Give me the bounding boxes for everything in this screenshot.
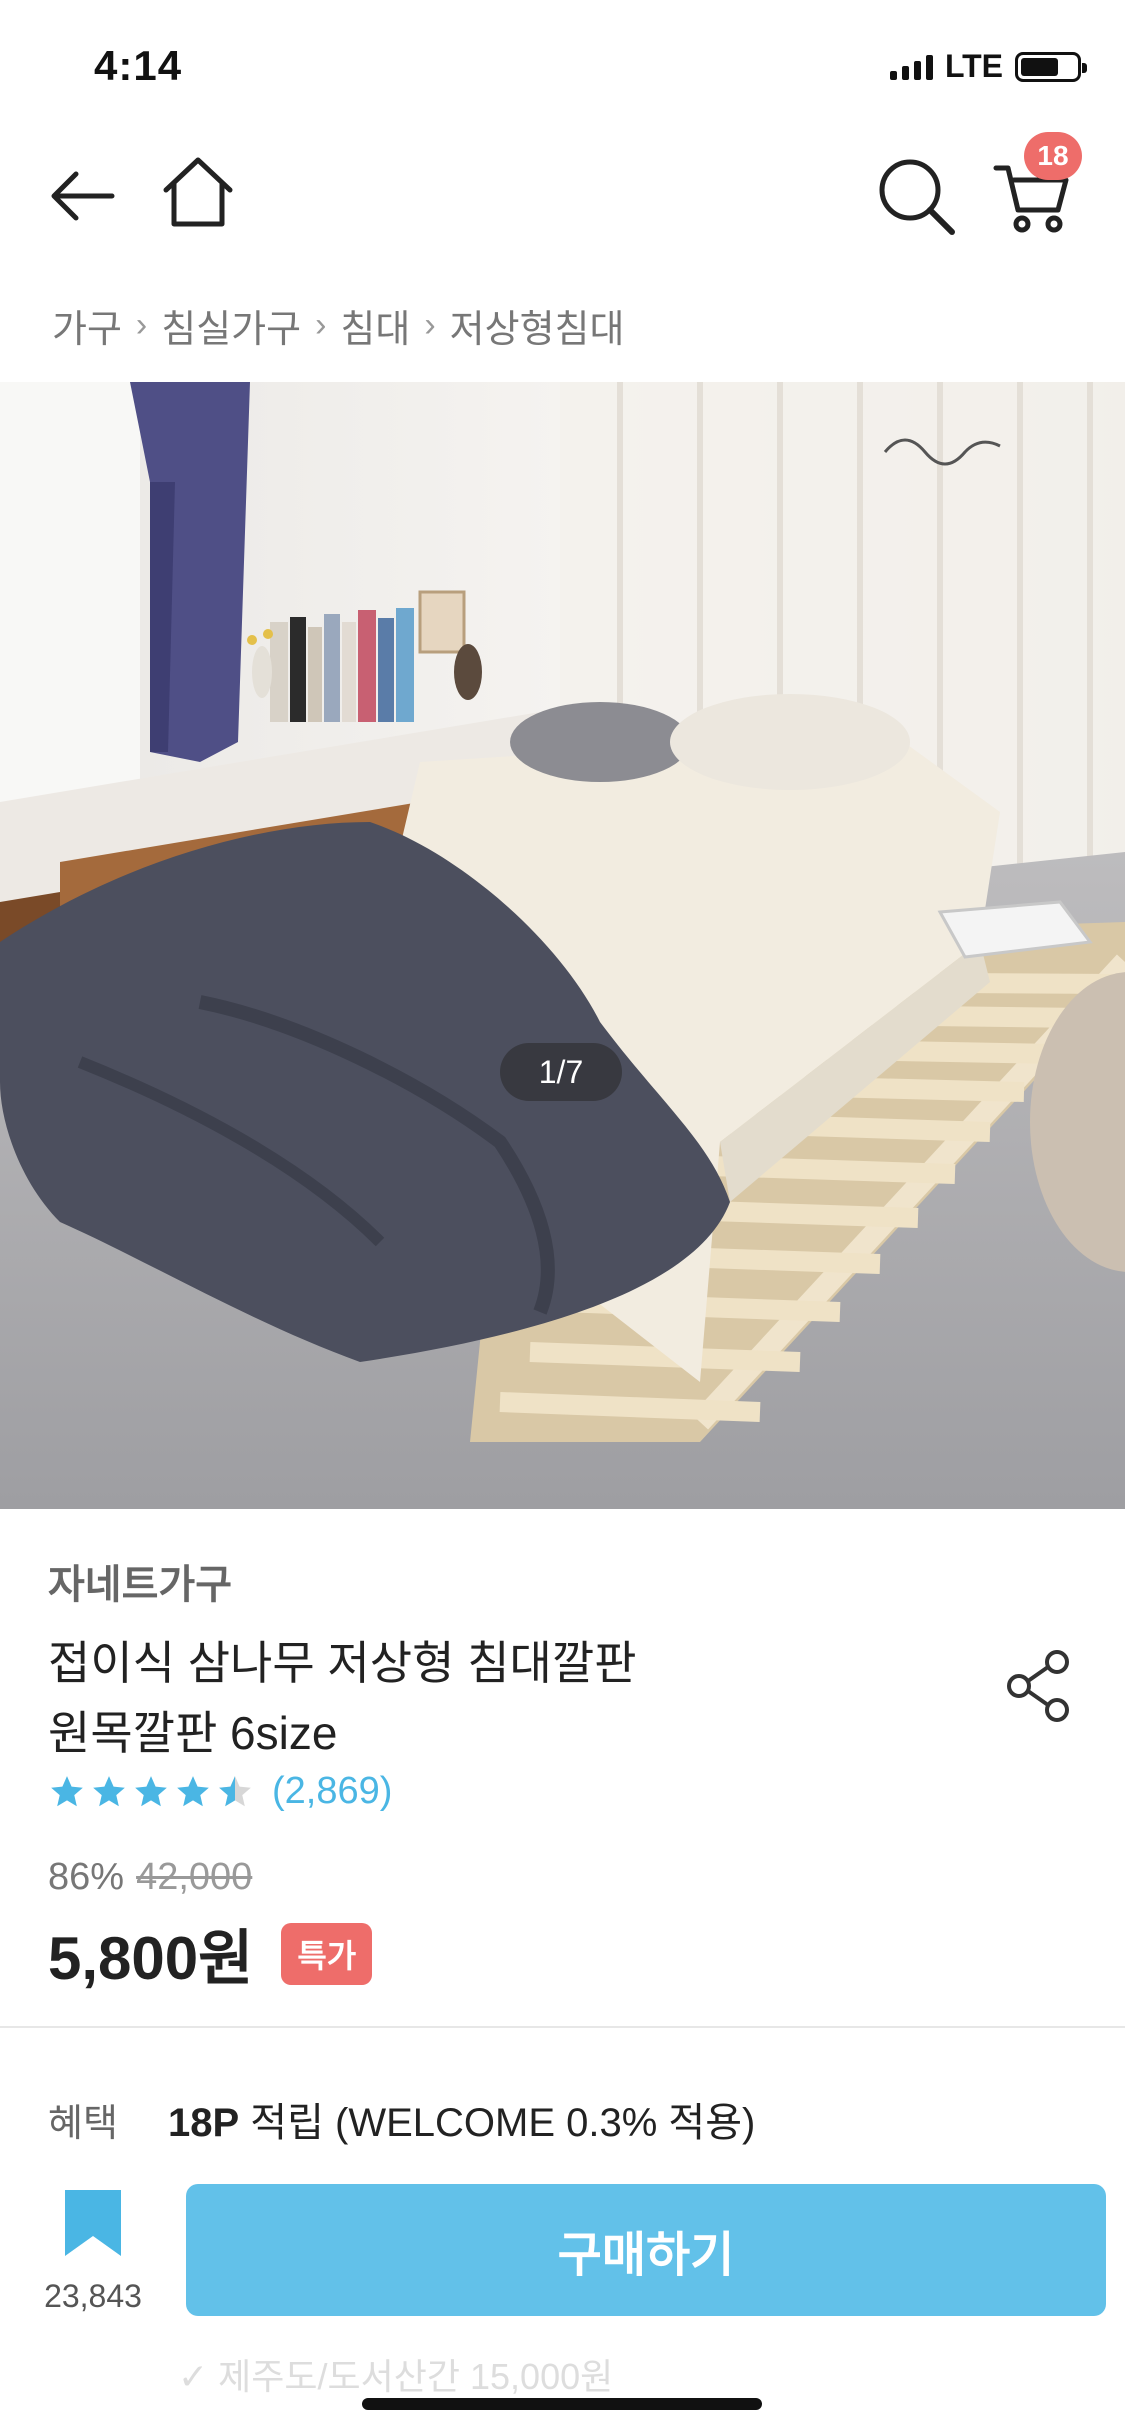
status-indicators: LTE <box>889 48 1087 85</box>
buy-button[interactable]: 구매하기 <box>186 2184 1106 2316</box>
benefit-label: 혜택 <box>48 2103 118 2145</box>
chevron-right-icon: › <box>135 306 148 344</box>
seller-name[interactable]: 자네트가구 <box>48 1552 232 1610</box>
network-label: LTE <box>944 48 1003 84</box>
bookmark-count: 23,843 <box>44 2278 142 2314</box>
breadcrumb-item-low-bed[interactable]: 저상형침대 <box>450 298 625 353</box>
benefit-detail: 적립 (WELCOME 0.3% 적용) <box>239 2101 756 2145</box>
chevron-right-icon: › <box>424 306 436 344</box>
star-icon <box>93 1775 125 1806</box>
status-time: 4:14 <box>94 42 183 89</box>
breadcrumb-item-furniture[interactable]: 가구 <box>52 298 122 353</box>
bed-slat-photo <box>0 382 1125 1509</box>
battery-icon <box>1015 51 1087 82</box>
benefit-points: 18P <box>168 2101 240 2145</box>
rating-row[interactable]: (2,869) <box>48 1770 392 1813</box>
breadcrumb: 가구 › 침실가구 › 침대 › 저상형침대 <box>52 298 624 353</box>
share-button[interactable] <box>1005 1648 1075 1729</box>
product-image[interactable] <box>0 382 1125 1509</box>
back-arrow-icon <box>51 171 115 221</box>
bookmark-button[interactable]: 23,843 <box>30 2186 156 2315</box>
star-icon <box>177 1775 209 1806</box>
original-price: 42,000 <box>136 1856 253 1898</box>
search-button[interactable] <box>876 156 958 238</box>
search-icon <box>879 159 955 235</box>
discount-rate: 86% <box>48 1856 125 1898</box>
product-title-line2: 원목깔판 6size <box>48 1707 338 1759</box>
section-divider <box>0 2026 1125 2028</box>
breadcrumb-item-bedroom-furniture[interactable]: 침실가구 <box>161 298 301 353</box>
half-star-icon <box>219 1775 251 1806</box>
signal-icon <box>889 54 933 80</box>
price-row: 5,800원 특가 <box>48 1910 373 1997</box>
cart-count-badge: 18 <box>1024 132 1082 180</box>
image-counter: 1/7 <box>500 1043 622 1101</box>
product-title: 접이식 삼나무 저상형 침대깔판 원목깔판 6size <box>48 1628 948 1768</box>
star-rating <box>48 1773 254 1811</box>
bookmark-icon <box>65 2190 121 2256</box>
breadcrumb-item-bed[interactable]: 침대 <box>340 298 410 353</box>
review-count[interactable]: (2,869) <box>272 1770 392 1813</box>
benefit-value: 18P 적립 (WELCOME 0.3% 적용) <box>168 2090 755 2148</box>
special-price-badge: 특가 <box>281 1922 373 1985</box>
sale-price: 5,800원 <box>48 1925 254 1992</box>
back-button[interactable] <box>46 160 118 232</box>
star-icon <box>51 1775 83 1806</box>
home-button[interactable] <box>160 154 236 230</box>
share-icon <box>1007 1650 1069 1722</box>
home-indicator <box>362 2398 762 2410</box>
cart-button[interactable]: 18 <box>992 132 1082 238</box>
shipping-note: ✓ 제주도/도서산간 15,000원 <box>178 2356 614 2397</box>
chevron-right-icon: › <box>315 306 327 344</box>
product-title-line1: 접이식 삼나무 저상형 침대깔판 <box>48 1637 637 1689</box>
discount-row: 86% 42,000 <box>48 1856 252 1899</box>
home-icon <box>163 157 233 227</box>
star-icon <box>135 1775 167 1806</box>
